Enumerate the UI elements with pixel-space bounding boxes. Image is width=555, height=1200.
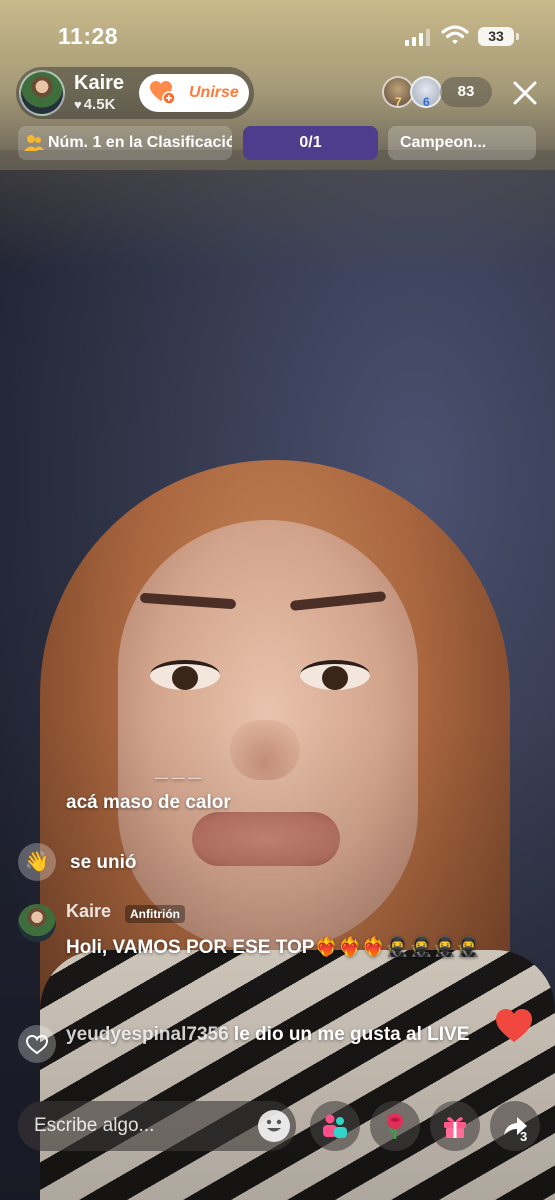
smiley-icon (266, 1119, 282, 1132)
commenter-name[interactable]: yeudyespinal7356 (66, 1024, 229, 1045)
floating-heart-icon (496, 1009, 532, 1042)
viewer-rank-badge: 6 (423, 95, 430, 109)
share-count: 3 (520, 1129, 528, 1144)
ranking-text: Núm. 1 en la Clasificación (48, 134, 232, 151)
live-video-frame (0, 0, 555, 1200)
host-card[interactable]: Kaire ♥ 4.5K Unirse (16, 67, 254, 119)
host-name: Kaire (74, 72, 125, 94)
rose-gift-button[interactable] (370, 1101, 420, 1151)
faded-comment-fragment: — — — (155, 770, 202, 785)
viewer-rank-badge: 7 (395, 95, 402, 109)
multi-guest-button[interactable] (310, 1101, 360, 1151)
host-likes: ♥ 4.5K (74, 96, 116, 113)
wifi-icon (441, 25, 469, 44)
host-badge: Anfitrión (125, 905, 185, 923)
heart-icon: ♥ (74, 97, 82, 112)
host-avatar[interactable] (19, 70, 65, 116)
commenter-avatar[interactable] (18, 904, 56, 942)
battery-indicator: 33 (478, 27, 519, 46)
rose-icon (387, 1113, 403, 1139)
share-button[interactable]: 3 (490, 1101, 540, 1151)
champion-pill[interactable]: Campeon... (388, 126, 536, 160)
wave-icon: 👋 (18, 843, 56, 881)
users-icon (24, 135, 44, 151)
gift-button[interactable] (430, 1101, 480, 1151)
viewer-count[interactable]: 83 (440, 77, 492, 107)
viewer-avatar[interactable]: 6 (410, 76, 442, 109)
like-notice: yeudyespinal7356 le dio un me gusta al L… (66, 1023, 536, 1047)
join-label: Unirse (189, 84, 239, 101)
join-button[interactable]: Unirse (139, 74, 249, 112)
cellular-signal-icon (405, 28, 431, 46)
close-icon[interactable] (512, 80, 538, 106)
like-notice-icon (18, 1025, 56, 1063)
comment-input-box[interactable] (18, 1101, 296, 1151)
comment-text: acá maso de calor (66, 792, 231, 813)
comment-input[interactable] (34, 1101, 254, 1151)
top-viewers[interactable]: 7 6 83 (382, 75, 492, 109)
guests-icon (323, 1114, 347, 1138)
like-notice-text: le dio un me gusta al LIVE (228, 1024, 470, 1045)
goal-progress-pill[interactable]: 0/1 (243, 126, 378, 160)
gift-icon (444, 1117, 466, 1138)
ranking-pill[interactable]: Núm. 1 en la Clasificación (18, 126, 232, 160)
commenter-name[interactable]: Kaire (66, 901, 111, 922)
comment-text: Holi, VAMOS POR ESE TOP❤️‍🔥❤️‍🔥❤️‍🔥🥷🥷🥷🥷 (66, 937, 481, 958)
status-bar: 11:28 33 (0, 0, 555, 70)
emoji-button[interactable] (258, 1110, 290, 1142)
join-notice: se unió (70, 852, 137, 873)
heart-plus-icon (150, 81, 175, 104)
status-time: 11:28 (58, 23, 119, 49)
